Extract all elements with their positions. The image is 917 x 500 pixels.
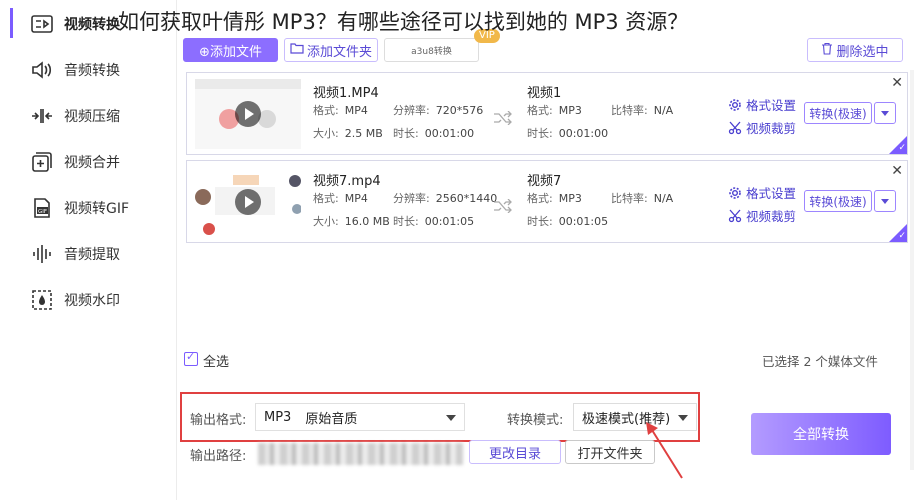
format-settings-link[interactable]: 格式设置 [728,183,796,202]
output-format: 格式: MP3 [527,104,582,117]
output-bitrate: 比特率: N/A [611,104,674,117]
output-file-name: 视频1 [527,86,562,101]
shuffle-arrow-icon [493,198,513,217]
select-all-checkbox[interactable] [184,350,198,366]
video-thumbnail[interactable] [195,79,301,149]
source-format: 格式: MP4 [313,192,368,205]
output-path-field[interactable] [258,443,463,465]
check-icon: ✓ [898,231,906,241]
scissors-icon [728,121,742,135]
active-indicator [10,8,13,38]
video-crop-link[interactable]: 视频裁剪 [728,206,796,225]
m3u8-button[interactable]: a3u8转换 [384,38,479,62]
merge-icon [30,150,54,174]
output-format-select[interactable]: MP3 原始音质 [255,403,465,431]
select-all-label: 全选 [203,355,230,370]
video-thumbnail[interactable] [195,167,301,237]
check-icon: ✓ [898,143,906,153]
convert-options-dropdown[interactable] [874,102,896,124]
video-convert-icon [30,12,54,36]
chevron-down-icon [446,415,456,421]
convert-fast-button[interactable]: 转换(极速) [804,190,872,212]
output-file-name: 视频7 [527,174,562,189]
svg-text:GIF: GIF [38,209,47,215]
gear-icon [728,98,742,112]
format-settings-link[interactable]: 格式设置 [728,95,796,114]
output-format-label: 输出格式: [190,413,247,428]
output-path-label: 输出路径: [190,449,247,464]
play-icon[interactable] [235,101,261,127]
gear-icon [728,186,742,200]
sidebar-item-video-convert[interactable]: 视频转换 [30,10,120,38]
sidebar-item-label: 视频合并 [64,155,120,171]
page-title: 如何获取叶倩彤 MP3？有哪些途径可以找到她的 MP3 资源？ [118,10,689,34]
compress-icon [30,104,54,128]
play-icon[interactable] [235,189,261,215]
sidebar-item-label: 音频转换 [64,63,120,79]
source-resolution: 分辨率: 2560*1440 [393,192,498,205]
folder-icon [290,42,304,58]
video-crop-link[interactable]: 视频裁剪 [728,118,796,137]
change-directory-button[interactable]: 更改目录 [469,440,561,464]
source-duration: 时长: 00:01:00 [393,127,475,140]
convert-all-button[interactable]: 全部转换 [751,413,891,455]
source-size: 大小: 16.0 MB [313,215,390,228]
shuffle-arrow-icon [493,110,513,129]
scissors-icon [728,209,742,223]
sidebar-item-video-to-gif[interactable]: GIF 视频转GIF [30,194,129,222]
convert-options-dropdown[interactable] [874,190,896,212]
source-duration: 时长: 00:01:05 [393,215,475,228]
close-icon[interactable]: ✕ [891,75,903,91]
output-duration: 时长: 00:01:05 [527,215,609,228]
add-file-button[interactable]: ⊕添加文件 [183,38,278,62]
scrollbar[interactable] [910,70,914,470]
conversion-mode-label: 转换模式: [507,413,564,428]
sidebar-item-video-compress[interactable]: 视频压缩 [30,102,120,130]
sidebar-item-watermark[interactable]: 视频水印 [30,286,120,314]
add-folder-label: 添加文件夹 [306,44,372,60]
audio-wave-icon [30,242,54,266]
chevron-down-icon [678,415,688,421]
sidebar-item-label: 音频提取 [64,247,120,263]
selected-count: 已选择 2 个媒体文件 [762,354,878,369]
source-file-name: 视频7.mp4 [313,174,381,189]
convert-fast-button[interactable]: 转换(极速) [804,102,872,124]
sidebar-item-audio-convert[interactable]: 音频转换 [30,56,120,84]
output-bitrate: 比特率: N/A [611,192,674,205]
sidebar-item-video-merge[interactable]: 视频合并 [30,148,120,176]
close-icon[interactable]: ✕ [891,163,903,179]
source-format: 格式: MP4 [313,104,368,117]
source-file-name: 视频1.MP4 [313,86,379,101]
add-folder-button[interactable]: 添加文件夹 [284,38,378,62]
trash-icon [821,42,833,59]
audio-convert-icon [30,58,54,82]
source-size: 大小: 2.5 MB [313,127,383,140]
output-format: 格式: MP3 [527,192,582,205]
sidebar: 视频转换 音频转换 视频压缩 视频合并 GIF 视频转GIF 音频提取 视频水印 [0,0,177,500]
file-card[interactable]: 视频1.MP4 格式: MP4 分辨率: 720*576 大小: 2.5 MB 时长:… [186,72,908,155]
watermark-icon [30,288,54,312]
sidebar-item-label: 视频转换 [64,17,120,33]
sidebar-item-audio-extract[interactable]: 音频提取 [30,240,120,268]
open-folder-button[interactable]: 打开文件夹 [565,440,655,464]
sidebar-item-label: 视频水印 [64,293,120,309]
source-resolution: 分辨率: 720*576 [393,104,484,117]
delete-selected-label: 删除选中 [836,44,889,60]
gif-icon: GIF [30,196,54,220]
sidebar-item-label: 视频压缩 [64,109,120,125]
file-card[interactable]: 视频7.mp4 格式: MP4 分辨率: 2560*1440 大小: 16.0 MB … [186,160,908,243]
output-duration: 时长: 00:01:00 [527,127,609,140]
delete-selected-button[interactable]: 删除选中 [807,38,903,62]
sidebar-item-label: 视频转GIF [64,201,130,217]
